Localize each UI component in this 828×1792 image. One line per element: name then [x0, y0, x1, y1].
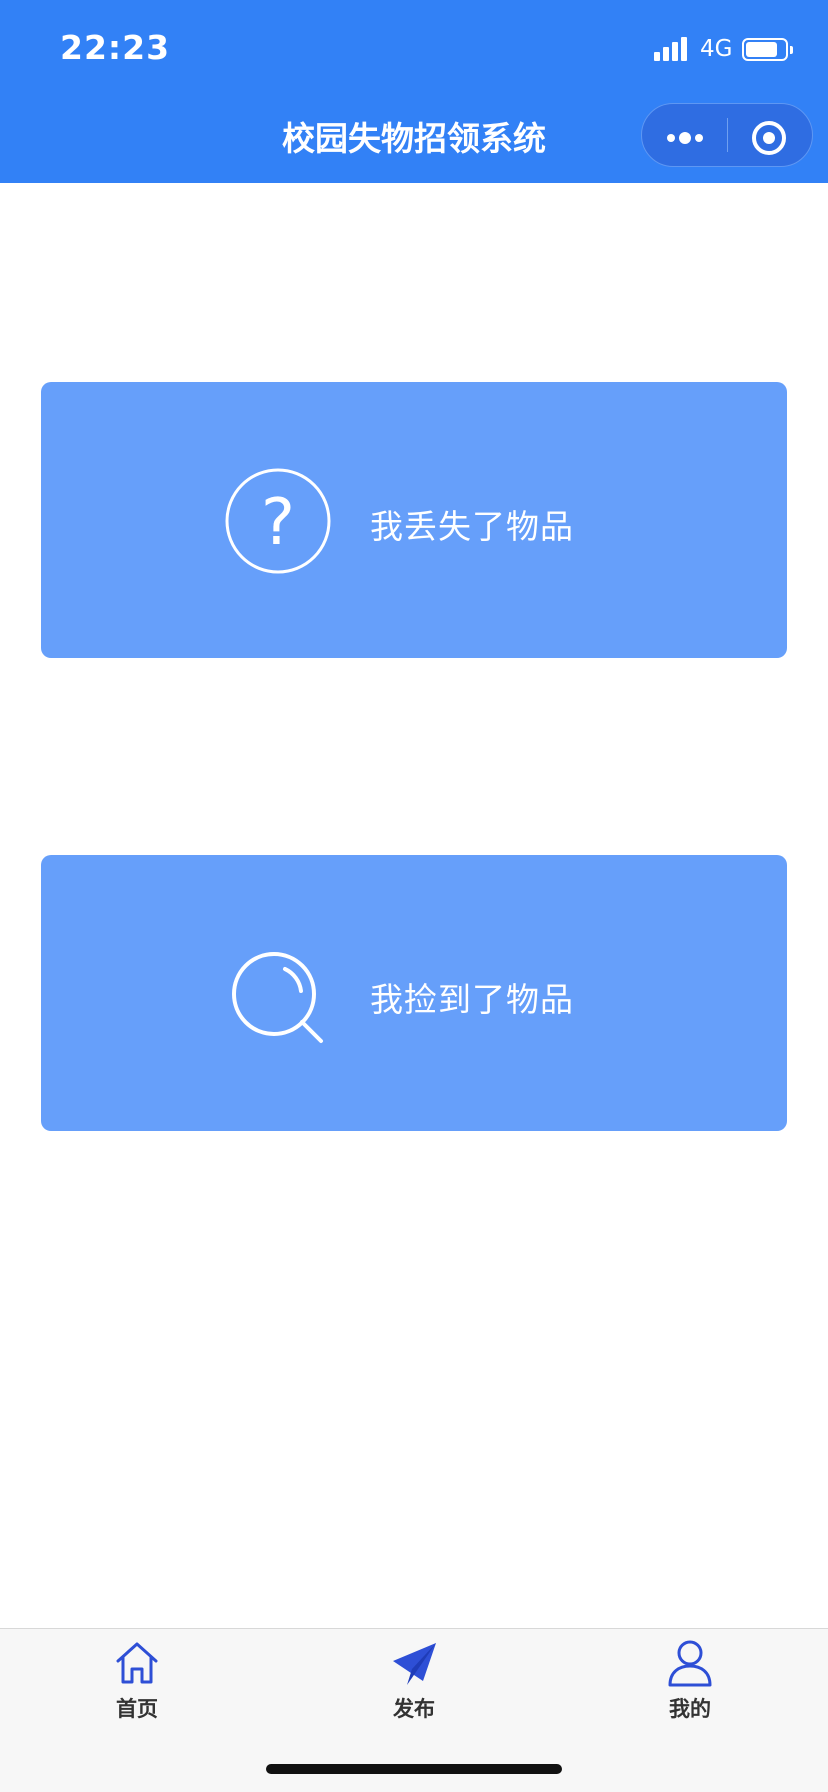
- mini-program-capsule: [641, 103, 813, 167]
- tab-mine[interactable]: 我的: [620, 1639, 760, 1729]
- user-icon: [666, 1639, 714, 1687]
- tab-publish[interactable]: 发布: [344, 1639, 484, 1729]
- signal-icon: [654, 37, 690, 61]
- tab-publish-label: 发布: [393, 1697, 435, 1721]
- status-time: 22:23: [60, 28, 171, 67]
- more-dots-icon[interactable]: [642, 104, 727, 166]
- search-icon: [223, 939, 333, 1049]
- header-bar: 22:23 4G 校园失物招领系统: [0, 0, 828, 183]
- paper-plane-icon: [390, 1639, 438, 1687]
- lost-item-label: 我丢失了物品: [370, 507, 574, 546]
- battery-icon: [742, 38, 793, 61]
- home-icon: [113, 1639, 161, 1687]
- question-circle-icon: ?: [223, 466, 333, 576]
- network-type: 4G: [700, 36, 733, 62]
- tab-home-label: 首页: [116, 1697, 158, 1721]
- target-close-icon[interactable]: [728, 104, 813, 166]
- found-item-label: 我捡到了物品: [370, 980, 574, 1019]
- tab-home[interactable]: 首页: [67, 1639, 207, 1729]
- found-item-card[interactable]: 我捡到了物品: [41, 855, 787, 1131]
- home-indicator[interactable]: [266, 1764, 562, 1774]
- svg-text:?: ?: [261, 486, 295, 560]
- tab-mine-label: 我的: [669, 1697, 711, 1721]
- lost-item-card[interactable]: ? 我丢失了物品: [41, 382, 787, 658]
